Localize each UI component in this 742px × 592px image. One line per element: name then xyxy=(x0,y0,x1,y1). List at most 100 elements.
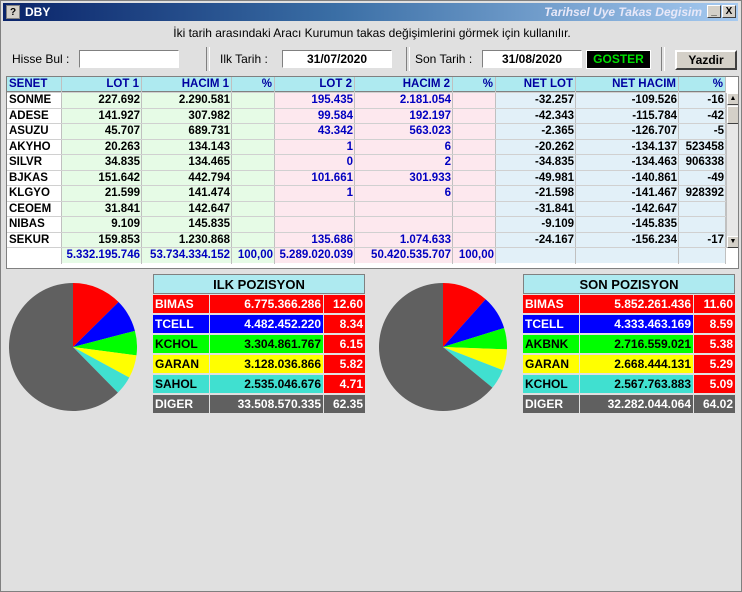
grid-header[interactable]: % xyxy=(453,77,496,92)
scroll-thumb[interactable] xyxy=(727,106,738,124)
grid-cell: BJKAS xyxy=(7,170,62,186)
pozisyon-value: 2.668.444.131 xyxy=(580,355,693,373)
close-button[interactable]: X xyxy=(722,5,736,18)
grid-cell xyxy=(453,139,496,155)
grid-line xyxy=(274,77,275,264)
grid-cell: -134.137 xyxy=(576,139,679,155)
grid-cell xyxy=(453,217,496,232)
pozisyon-pct: 11.60 xyxy=(694,295,735,313)
grid-line xyxy=(7,216,726,217)
grid-header[interactable]: % xyxy=(232,77,275,92)
grid-scrollbar[interactable]: ▲ ▼ xyxy=(726,93,738,248)
grid-cell xyxy=(679,217,726,232)
grid-cell: 21.599 xyxy=(62,186,142,201)
grid-cell: -20.262 xyxy=(496,139,576,155)
son-pozisyon-title: SON POZISYON xyxy=(523,274,735,294)
grid-cell: -34.835 xyxy=(496,155,576,170)
grid-cell: 145.835 xyxy=(142,217,232,232)
yazdir-button[interactable]: Yazdir xyxy=(675,50,737,70)
grid-cell: -24.167 xyxy=(496,232,576,248)
goster-button[interactable]: GOSTER xyxy=(586,50,651,69)
grid-line xyxy=(7,231,726,233)
grid-header[interactable]: LOT 1 xyxy=(62,77,142,92)
grid-cell: 141.474 xyxy=(142,186,232,201)
grid-cell: 135.686 xyxy=(275,232,355,248)
grid-cell: 2 xyxy=(355,155,453,170)
separator xyxy=(661,47,665,71)
pozisyon-stock: DIGER xyxy=(523,395,579,413)
pozisyon-value: 3.128.036.866 xyxy=(210,355,323,373)
grid-header[interactable]: HACIM 1 xyxy=(142,77,232,92)
grid-header[interactable]: NET LOT xyxy=(496,77,576,92)
grid-cell: -109.526 xyxy=(576,93,679,108)
pozisyon-pct: 5.82 xyxy=(324,355,365,373)
app-window: ? DBY Tarihsel Uye Takas Degisim _ X İki… xyxy=(0,0,742,592)
grid-cell xyxy=(232,139,275,155)
ilk-tarih-input[interactable]: 31/07/2020 xyxy=(282,50,392,68)
separator xyxy=(206,47,210,71)
grid-cell xyxy=(453,108,496,124)
pozisyon-value: 4.333.463.169 xyxy=(580,315,693,333)
grid-cell xyxy=(453,124,496,139)
grid-header[interactable]: LOT 2 xyxy=(275,77,355,92)
grid-cell: 151.642 xyxy=(62,170,142,186)
grid-header[interactable]: HACIM 2 xyxy=(355,77,453,92)
grid-cell: 31.841 xyxy=(62,201,142,217)
grid-line xyxy=(678,77,679,264)
grid-cell: 563.023 xyxy=(355,124,453,139)
grid-cell: -17 xyxy=(679,232,726,248)
pozisyon-pct: 6.15 xyxy=(324,335,365,353)
grid-cell: 689.731 xyxy=(142,124,232,139)
grid-cell: 2.181.054 xyxy=(355,93,453,108)
pozisyon-stock: AKBNK xyxy=(523,335,579,353)
grid-total-cell xyxy=(576,248,679,263)
grid-cell: 6 xyxy=(355,139,453,155)
scroll-up-icon[interactable]: ▲ xyxy=(727,93,738,105)
minimize-button[interactable]: _ xyxy=(707,5,721,18)
grid-cell: 34.835 xyxy=(62,155,142,170)
pozisyon-stock: DIGER xyxy=(153,395,209,413)
grid-cell: 928392 xyxy=(679,186,726,201)
grid-cell xyxy=(453,170,496,186)
takas-grid[interactable]: ▲ ▼ SENET LOT 1 HACIM 1% LOT 2 HACIM 2% NET L… xyxy=(6,76,739,269)
pozisyon-stock: TCELL xyxy=(523,315,579,333)
grid-line xyxy=(231,77,232,264)
scroll-down-icon[interactable]: ▼ xyxy=(727,236,738,248)
pozisyon-value: 5.852.261.436 xyxy=(580,295,693,313)
grid-cell: -145.835 xyxy=(576,217,679,232)
grid-cell xyxy=(232,201,275,217)
grid-line xyxy=(7,200,726,202)
pozisyon-value: 33.508.570.335 xyxy=(210,395,323,413)
grid-cell: -140.861 xyxy=(576,170,679,186)
grid-cell xyxy=(275,217,355,232)
grid-cell xyxy=(453,186,496,201)
grid-cell: -141.467 xyxy=(576,186,679,201)
grid-cell: 906338 xyxy=(679,155,726,170)
grid-cell: -115.784 xyxy=(576,108,679,124)
son-pie-chart xyxy=(379,283,507,411)
grid-cell xyxy=(453,201,496,217)
grid-cell: -49 xyxy=(679,170,726,186)
grid-cell xyxy=(275,201,355,217)
grid-cell: SILVR xyxy=(7,155,62,170)
grid-header[interactable]: NET HACIM xyxy=(576,77,679,92)
grid-header[interactable]: SENET xyxy=(7,77,62,92)
pozisyon-stock: TCELL xyxy=(153,315,209,333)
son-tarih-input[interactable]: 31/08/2020 xyxy=(482,50,582,68)
pozisyon-pct: 5.38 xyxy=(694,335,735,353)
grid-cell: -42.343 xyxy=(496,108,576,124)
grid-total-cell: 100,00 xyxy=(232,248,275,263)
pozisyon-value: 2.567.763.883 xyxy=(580,375,693,393)
grid-cell: -156.234 xyxy=(576,232,679,248)
grid-total-cell: 5.289.020.039 xyxy=(275,248,355,263)
grid-cell: NIBAS xyxy=(7,217,62,232)
title-bar[interactable]: ? DBY Tarihsel Uye Takas Degisim _ X xyxy=(3,3,738,21)
pozisyon-pct: 64.02 xyxy=(694,395,735,413)
grid-cell: 43.342 xyxy=(275,124,355,139)
grid-cell: 523458 xyxy=(679,139,726,155)
grid-cell: 442.794 xyxy=(142,170,232,186)
grid-header[interactable]: % xyxy=(679,77,726,92)
grid-cell: 9.109 xyxy=(62,217,142,232)
app-icon[interactable]: ? xyxy=(6,5,20,19)
hisse-input[interactable] xyxy=(79,50,179,68)
